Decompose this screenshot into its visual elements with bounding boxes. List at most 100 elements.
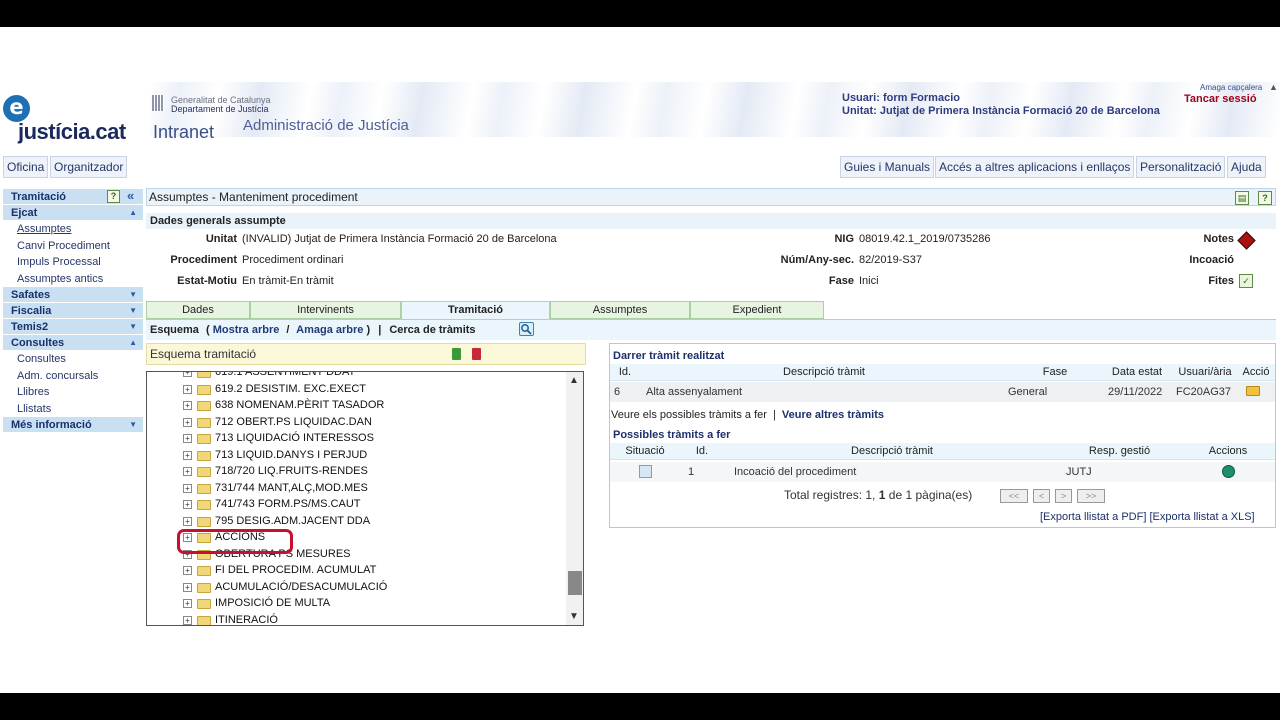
possibles-row-descripcio: Incoació del procediment <box>734 466 857 478</box>
tree-scroll-up-icon[interactable]: ▲ <box>569 375 579 386</box>
nav-oficina[interactable]: Oficina <box>3 156 49 178</box>
search-icon[interactable] <box>519 322 534 336</box>
print-icon[interactable]: ▤ <box>1235 191 1249 205</box>
fase-value: Inici <box>859 275 879 287</box>
sidebar-item-canvi-procediment[interactable]: Canvi Procediment <box>3 237 143 254</box>
export-xls-link[interactable]: [Exporta llistat a XLS] <box>1149 511 1254 523</box>
sidebar-section-ejcat[interactable]: Ejcat ▲ <box>3 205 143 221</box>
darrer-col-accio: Acció <box>1242 366 1270 378</box>
darrer-row-descripcio: Alta assenyalament <box>646 386 742 398</box>
logout-link[interactable]: Tancar sessió <box>1184 93 1257 105</box>
tree-header: Esquema tramitació <box>146 343 586 365</box>
tab-tramitacio[interactable]: Tramitació <box>401 301 550 320</box>
nav-organitzador[interactable]: Organitzador <box>50 156 128 178</box>
tree-node-label: 795 DESIG.ADM.JACENT DDA <box>215 514 371 527</box>
collapse-all-icon[interactable] <box>472 348 481 360</box>
expand-plus-icon[interactable]: + <box>183 615 192 625</box>
expand-triangle-icon: ▼ <box>129 306 137 315</box>
tree-title: Esquema tramitació <box>150 347 257 361</box>
expand-plus-icon[interactable]: + <box>183 483 192 493</box>
sidebar-tramitacio-label: Tramitació <box>11 191 67 203</box>
possibles-col-id: Id. <box>695 445 709 457</box>
esquema-label: Esquema <box>150 324 199 336</box>
expand-plus-icon[interactable]: + <box>183 450 192 460</box>
sidebar-section-consultes[interactable]: Consultes ▲ <box>3 335 143 351</box>
sidebar-item-impuls-processal[interactable]: Impuls Processal <box>3 254 143 271</box>
possibles-row-resp: JUTJ <box>1066 466 1092 478</box>
tab-assumptes[interactable]: Assumptes <box>550 301 690 319</box>
sidebar-item-assumptes-antics[interactable]: Assumptes antics <box>3 270 143 287</box>
nav-ajuda[interactable]: Ajuda <box>1227 156 1266 178</box>
folder-icon <box>197 467 211 477</box>
sidebar-item-consultes[interactable]: Consultes <box>3 351 143 368</box>
expand-plus-icon[interactable]: + <box>183 467 192 476</box>
pager-prev-button[interactable]: < <box>1033 489 1050 503</box>
nav-personalitzacio[interactable]: Personalització <box>1136 156 1226 178</box>
sidebar-item-llistats[interactable]: Llistats <box>3 400 143 417</box>
veure-possibles-link[interactable]: Veure els possibles tràmits a fer <box>611 409 767 421</box>
folder-icon <box>197 384 211 395</box>
folder-icon <box>197 417 211 428</box>
possibles-title: Possibles tràmits a fer <box>613 429 731 441</box>
folder-icon <box>197 566 211 576</box>
amaga-arbre-link[interactable]: Amaga arbre <box>296 324 363 336</box>
tree-scroll-down-icon[interactable]: ▼ <box>569 611 579 622</box>
esquema-separator: | <box>378 324 382 336</box>
nav-acces[interactable]: Accés a altres aplicacions i enllaços <box>935 156 1135 178</box>
expand-plus-icon[interactable]: + <box>183 384 192 394</box>
procediment-value: Procediment ordinari <box>242 254 344 266</box>
sidebar-item-llibres[interactable]: Llibres <box>3 384 143 401</box>
expand-plus-icon[interactable]: + <box>183 582 192 592</box>
sidebar-section-safates[interactable]: Safates ▼ <box>3 287 143 303</box>
cerca-tramits-link[interactable]: Cerca de tràmits <box>389 324 475 336</box>
estat-label: Estat-Motiu <box>177 275 237 287</box>
expand-plus-icon[interactable]: + <box>183 516 192 526</box>
scroll-up-icon[interactable]: ▲ <box>1269 82 1278 92</box>
num-label: Núm/Any-sec. <box>780 254 854 266</box>
sidebar-section-temis2[interactable]: Temis2 ▼ <box>3 319 143 335</box>
page-title-text: Assumptes - Manteniment procediment <box>149 190 358 204</box>
sidebar-section-label: Ejcat <box>11 207 38 219</box>
nav-guies[interactable]: Guies i Manuals <box>840 156 935 178</box>
sidebar-item-adm-concursals[interactable]: Adm. concursals <box>3 367 143 384</box>
sidebar-section-fiscalia[interactable]: Fiscalia ▼ <box>3 303 143 319</box>
execute-action-icon[interactable] <box>1222 465 1235 478</box>
tree-box[interactable]: +619.1 ASSENTIMENT DDAT +619.2 DESISTIM. … <box>146 371 584 626</box>
incoacio-label: Incoació <box>1189 254 1234 266</box>
open-folder-icon[interactable] <box>1246 386 1260 396</box>
admin-title: Administració de Justícia <box>243 117 409 134</box>
veure-altres-link[interactable]: Veure altres tràmits <box>782 409 884 421</box>
tab-dades[interactable]: Dades <box>146 301 250 319</box>
pager-first-button[interactable]: << <box>1000 489 1028 503</box>
pager-next-button[interactable]: > <box>1055 489 1072 503</box>
export-pdf-link[interactable]: [Exporta llistat a PDF] <box>1040 511 1146 523</box>
mostra-arbre-link[interactable]: Mostra arbre <box>213 324 280 336</box>
tree-scroll-thumb[interactable] <box>568 571 582 595</box>
expand-plus-icon[interactable]: + <box>183 401 192 410</box>
sidebar-section-mes-informacio[interactable]: Més informació ▼ <box>3 417 143 433</box>
esquema-paren-close: ) <box>366 324 371 336</box>
hide-header-link[interactable]: Amaga capçalera <box>1200 83 1262 92</box>
sidebar-item-assumptes[interactable]: Assumptes <box>3 221 143 238</box>
expand-plus-icon[interactable]: + <box>183 500 192 509</box>
possibles-row: 1 Incoació del procediment JUTJ <box>610 462 1275 482</box>
fites-check-icon[interactable]: ✓ <box>1239 274 1253 288</box>
darrer-row-usuari: FC20AG37 <box>1176 386 1232 398</box>
darrer-header-row: Id. Descripció tràmit Fase Data estat Us… <box>610 364 1275 381</box>
sidebar: Tramitació ? « Ejcat ▲ Assumptes Canvi Pr… <box>3 189 143 433</box>
expand-plus-icon[interactable]: + <box>183 417 192 427</box>
expand-plus-icon[interactable]: + <box>183 434 192 443</box>
help-icon[interactable]: ? <box>1258 191 1272 205</box>
darrer-title: Darrer tràmit realitzat <box>613 350 725 362</box>
expand-all-icon[interactable] <box>452 348 461 360</box>
expand-plus-icon[interactable]: + <box>183 372 192 377</box>
pager-last-button[interactable]: >> <box>1077 489 1105 503</box>
tab-intervinents[interactable]: Intervinents <box>250 301 401 319</box>
expand-plus-icon[interactable]: + <box>183 566 192 575</box>
tab-expedient[interactable]: Expedient <box>690 301 824 319</box>
collapse-triangle-icon: ▲ <box>129 338 137 347</box>
darrer-col-usuari: Usuari/ària <box>1178 366 1232 378</box>
sidebar-help-icon[interactable]: ? <box>107 190 120 203</box>
sidebar-collapse-icon[interactable]: « <box>127 189 134 203</box>
expand-plus-icon[interactable]: + <box>183 599 192 608</box>
